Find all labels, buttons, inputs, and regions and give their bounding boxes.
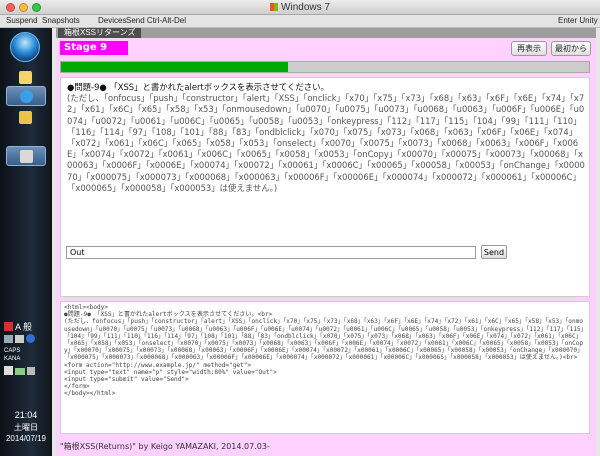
- ime-text: A 般: [15, 322, 33, 332]
- app-tab[interactable]: 箱根XSSリターンズ: [58, 28, 142, 38]
- ime-icon: [4, 322, 13, 331]
- volume-icon[interactable]: [15, 335, 24, 343]
- devices-button[interactable]: Devices: [98, 16, 126, 25]
- battery-icon[interactable]: [15, 368, 25, 375]
- clock-date[interactable]: 2014/07/19: [0, 434, 52, 443]
- app-tabbar: 箱根XSSリターンズ: [56, 28, 596, 38]
- taskbar-item-folder[interactable]: [6, 108, 46, 128]
- network-icon[interactable]: [4, 335, 13, 343]
- window-titlebar: Windows 7: [0, 0, 600, 15]
- taskbar-item-app[interactable]: [6, 146, 46, 166]
- snapshots-button[interactable]: Snapshots: [42, 16, 80, 25]
- app-window-icon: [20, 150, 33, 163]
- send-button[interactable]: Send: [481, 245, 507, 259]
- enter-unity-button[interactable]: Enter Unity: [558, 16, 598, 25]
- redisplay-button[interactable]: 再表示: [511, 41, 547, 56]
- tray-icons-row-2: [4, 366, 35, 378]
- tray-icons-row: [4, 334, 35, 346]
- windows-taskbar: A 般 CAPS KANA 21:04 土曜日 2014/07/19: [0, 28, 52, 456]
- ime-indicator[interactable]: A 般: [4, 320, 32, 332]
- taskbar-item-ie[interactable]: [6, 86, 46, 106]
- taskbar-item-explorer-small[interactable]: [6, 68, 46, 88]
- suspend-button[interactable]: Suspend: [6, 16, 38, 25]
- progress-fill: [61, 62, 289, 72]
- challenge-frame: Stage 9 再表示 最初から ●問題-9● 「XSS」と書かれたalertボ…: [56, 38, 596, 456]
- clock-time[interactable]: 21:04: [0, 410, 52, 420]
- source-code-pane[interactable]: <html><body> ●問題-9● 「XSS」と書かれたalertボックスを…: [60, 301, 590, 434]
- footer-credit: "箱根XSS(Returns)" by Keigo YAMAZAKI, 2014…: [60, 442, 270, 451]
- internet-explorer-icon: [20, 90, 33, 103]
- window-title: Windows 7: [0, 2, 600, 13]
- problem-body: (ただし、「onfocus」「push」「constructor」「alert」…: [67, 93, 585, 193]
- start-button[interactable]: [10, 32, 40, 62]
- restart-button[interactable]: 最初から: [551, 41, 591, 56]
- folder-icon: [19, 111, 32, 124]
- window-title-text: Windows 7: [281, 2, 330, 13]
- stage-label: Stage 9: [60, 41, 128, 55]
- folder-icon: [19, 71, 32, 84]
- problem-lead: ●問題-9● 「XSS」と書かれたalertボックスを表示させてください。: [67, 82, 329, 92]
- speaker-icon[interactable]: [27, 367, 35, 375]
- source-code-text: <html><body> ●問題-9● 「XSS」と書かれたalertボックスを…: [64, 304, 584, 398]
- help-icon[interactable]: [26, 334, 35, 343]
- answer-input[interactable]: [66, 246, 476, 259]
- app-window: 箱根XSSリターンズ Stage 9 再表示 最初から ●問題-9● 「XSS」…: [56, 28, 596, 456]
- problem-text: ●問題-9● 「XSS」と書かれたalertボックスを表示させてください。 (た…: [67, 82, 585, 194]
- challenge-panel: ●問題-9● 「XSS」と書かれたalertボックスを表示させてください。 (た…: [60, 77, 590, 297]
- send-ctrl-alt-del-button[interactable]: Send Ctrl-Alt-Del: [126, 16, 186, 25]
- windows-logo-icon: [270, 3, 279, 11]
- flag-icon[interactable]: [4, 366, 13, 375]
- progress-bar: [60, 61, 590, 73]
- clock-day[interactable]: 土曜日: [0, 422, 52, 433]
- vm-toolbar: Suspend Snapshots Devices Send Ctrl-Alt-…: [0, 15, 600, 28]
